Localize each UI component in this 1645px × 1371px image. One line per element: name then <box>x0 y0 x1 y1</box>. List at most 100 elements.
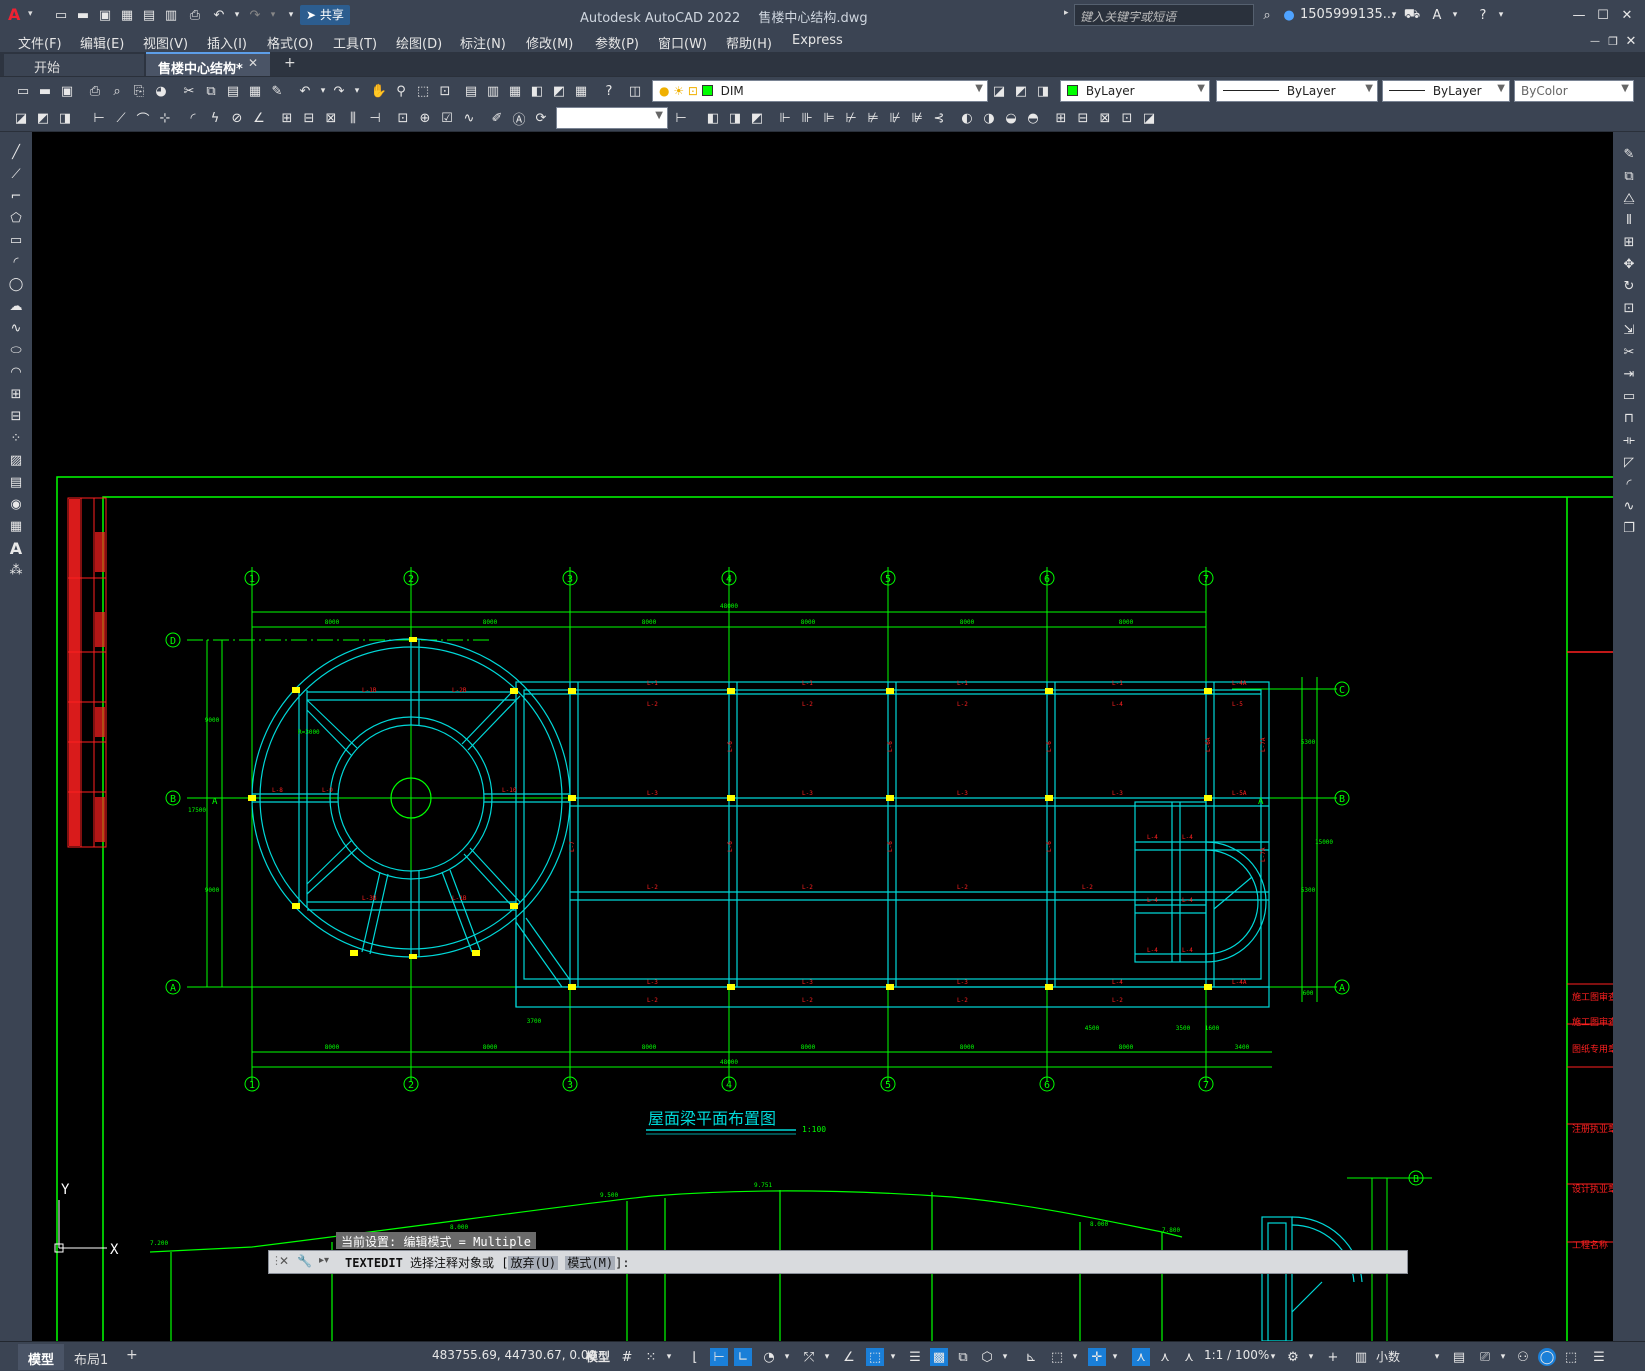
mirror-icon[interactable]: ⧋ <box>1618 188 1640 208</box>
minimize-icon[interactable]: — <box>1570 6 1588 24</box>
line-icon[interactable]: ╱ <box>5 142 27 162</box>
dimension-style-dropdown[interactable]: ▼ <box>556 107 668 129</box>
baseline-dimension-icon[interactable]: ⊟ <box>300 109 318 127</box>
clean-screen-icon[interactable]: ⬚ <box>1562 1348 1580 1366</box>
search-input[interactable]: 键入关键字或短语 <box>1074 4 1254 26</box>
close-icon[interactable]: ✕ <box>1618 6 1636 24</box>
layer-previous-icon[interactable]: ◩ <box>1012 82 1030 100</box>
lock-ui-dropdown-icon[interactable]: ▾ <box>1494 1348 1512 1366</box>
chamfer-icon[interactable]: ◸ <box>1618 452 1640 472</box>
menu-edit[interactable]: 编辑(E) <box>80 33 124 52</box>
object-snap-tracking-icon[interactable]: ∠ <box>840 1348 858 1366</box>
rectangle-icon[interactable]: ▭ <box>5 230 27 250</box>
center-mark-icon[interactable]: ⊕ <box>416 109 434 127</box>
3d-osnap-dropdown-icon[interactable]: ▾ <box>996 1348 1014 1366</box>
ellipse-arc-icon[interactable]: ◠ <box>5 362 27 382</box>
selection-cycling-icon[interactable]: ⧉ <box>954 1348 972 1366</box>
selection-filter-icon[interactable]: ⬚ <box>1048 1348 1066 1366</box>
gizmo-dropdown-icon[interactable]: ▾ <box>1106 1348 1124 1366</box>
construction-line-icon[interactable]: ⟋ <box>5 164 27 184</box>
doc-minimize-icon[interactable]: — <box>1586 32 1604 50</box>
cut-icon[interactable]: ✂ <box>180 82 198 100</box>
menu-dimension[interactable]: 标注(N) <box>460 33 506 52</box>
copy-icon[interactable]: ⧉ <box>202 82 220 100</box>
3d-osnap-icon[interactable]: ⬡ <box>978 1348 996 1366</box>
ellipse-icon[interactable]: ⬭ <box>5 340 27 360</box>
modify-tool-3-icon[interactable]: ◩ <box>748 109 766 127</box>
graphics-performance-icon[interactable]: ◯ <box>1538 1348 1556 1366</box>
make-block-icon[interactable]: ⊟ <box>5 406 27 426</box>
maximize-icon[interactable]: ☐ <box>1594 6 1612 24</box>
region-icon[interactable]: ◉ <box>5 494 27 514</box>
modify-tool-20-icon[interactable]: ◪ <box>1140 109 1158 127</box>
open-web-icon[interactable]: ▤ <box>140 6 158 24</box>
command-option-mode[interactable]: 模式(M) <box>565 1256 616 1270</box>
annotation-scale-dropdown-icon[interactable]: ▾ <box>1264 1348 1282 1366</box>
array-icon[interactable]: ⊞ <box>1618 232 1640 252</box>
command-close-icon[interactable]: ✕ <box>279 1254 289 1268</box>
lineweight-dropdown[interactable]: ByLayer ▼ <box>1382 80 1510 102</box>
save-as-icon[interactable]: ▦ <box>118 6 136 24</box>
units-dropdown-icon[interactable]: ▾ <box>1428 1348 1446 1366</box>
menu-window[interactable]: 窗口(W) <box>658 33 707 52</box>
sheet-set-icon[interactable]: ◧ <box>528 82 546 100</box>
new-icon[interactable]: ▭ <box>14 82 32 100</box>
lineweight-icon[interactable]: ☰ <box>906 1348 924 1366</box>
add-layout-icon[interactable]: + <box>126 1347 138 1363</box>
zoom-window-icon[interactable]: ⬚ <box>414 82 432 100</box>
modify-tool-4-icon[interactable]: ⊩ <box>776 109 794 127</box>
continue-dimension-icon[interactable]: ⊠ <box>322 109 340 127</box>
selection-filter-dropdown-icon[interactable]: ▾ <box>1066 1348 1084 1366</box>
publish-icon[interactable]: ⎘ <box>130 82 148 100</box>
modify-tool-2-icon[interactable]: ◨ <box>726 109 744 127</box>
linetype-dropdown[interactable]: ByLayer ▼ <box>1216 80 1378 102</box>
break-icon[interactable]: ⊓ <box>1618 408 1640 428</box>
zoom-previous-icon[interactable]: ⊡ <box>436 82 454 100</box>
undo-dropdown-icon[interactable]: ▾ <box>228 6 246 24</box>
doc-restore-icon[interactable]: ❐ <box>1604 32 1622 50</box>
blend-curves-icon[interactable]: ∿ <box>1618 496 1640 516</box>
paste-icon[interactable]: ▤ <box>224 82 242 100</box>
plot-icon[interactable]: ⎙ <box>86 82 104 100</box>
arc-length-icon[interactable]: ⌒ <box>134 109 152 128</box>
radius-dimension-icon[interactable]: ◜ <box>184 109 202 127</box>
command-option-undo[interactable]: 放弃(U) <box>508 1256 559 1270</box>
modify-tool-11-icon[interactable]: ⊰ <box>930 109 948 127</box>
dimension-break-icon[interactable]: ⊣ <box>366 109 384 127</box>
infer-constraints-icon[interactable]: ⌊ <box>686 1348 704 1366</box>
design-center-icon[interactable]: ▥ <box>484 82 502 100</box>
annotation-visibility-icon[interactable]: ⋏ <box>1132 1348 1150 1366</box>
copy-object-icon[interactable]: ⧉ <box>1618 166 1640 186</box>
polar-dropdown-icon[interactable]: ▾ <box>778 1348 796 1366</box>
ordinate-dimension-icon[interactable]: ⊹ <box>156 109 174 127</box>
search-icon[interactable]: ⌕ <box>1258 6 1276 24</box>
drawing-canvas[interactable]: 施工图审查 施工图审查 图纸专用章 注册执业章 设计执业章 工程名称 1 2 3… <box>32 132 1613 1341</box>
menu-insert[interactable]: 插入(I) <box>207 33 247 52</box>
gizmo-icon[interactable]: ✛ <box>1088 1348 1106 1366</box>
polyline-icon[interactable]: ⌐ <box>5 186 27 206</box>
cart-icon[interactable]: ⛟ <box>1403 6 1421 24</box>
help-icon[interactable]: ? <box>1474 6 1492 24</box>
user-icon[interactable]: ● <box>1280 6 1298 24</box>
new-file-icon[interactable]: ▭ <box>52 6 70 24</box>
spline-icon[interactable]: ∿ <box>5 318 27 338</box>
jogged-linear-icon[interactable]: ∿ <box>460 109 478 127</box>
annotation-scale-icon[interactable]: ⋏ <box>1180 1348 1198 1366</box>
tab-start[interactable]: 开始 <box>4 54 144 76</box>
object-snap-dropdown-icon[interactable]: ▾ <box>884 1348 902 1366</box>
properties-icon[interactable]: ▤ <box>462 82 480 100</box>
command-customize-icon[interactable]: 🔧 <box>297 1254 312 1268</box>
lock-ui-icon[interactable]: ⎚ <box>1476 1348 1494 1366</box>
save-icon[interactable]: ▣ <box>58 82 76 100</box>
modify-tool-13-icon[interactable]: ◑ <box>980 109 998 127</box>
gradient-icon[interactable]: ▤ <box>5 472 27 492</box>
menu-parametric[interactable]: 参数(P) <box>595 33 639 52</box>
angular-dimension-icon[interactable]: ∠ <box>250 109 268 127</box>
autodesk-app-icon[interactable]: A <box>1428 6 1446 24</box>
dimension-text-edit-icon[interactable]: Ⓐ <box>510 109 528 128</box>
layer-dropdown[interactable]: ● ☀ ⊡ DIM ▼ <box>652 80 988 102</box>
menu-help[interactable]: 帮助(H) <box>726 33 772 52</box>
linear-dimension-icon[interactable]: ⊢ <box>90 109 108 127</box>
redo-list-icon[interactable]: ▾ <box>348 82 366 100</box>
tolerance-icon[interactable]: ⊡ <box>394 109 412 127</box>
